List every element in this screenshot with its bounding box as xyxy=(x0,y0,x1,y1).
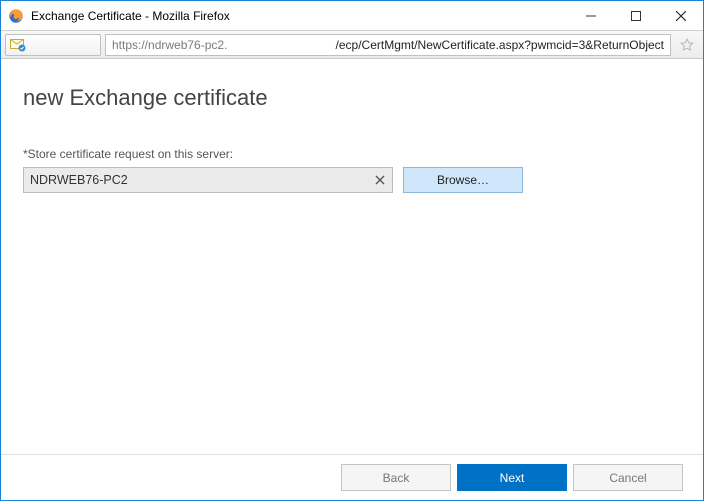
wizard-footer: Back Next Cancel xyxy=(1,454,703,500)
cancel-button-label: Cancel xyxy=(609,471,646,485)
window-title: Exchange Certificate - Mozilla Firefox xyxy=(31,9,230,23)
firefox-icon xyxy=(7,7,25,25)
maximize-button[interactable] xyxy=(613,1,658,30)
clear-icon[interactable] xyxy=(372,172,388,188)
server-field-label: *Store certificate request on this serve… xyxy=(23,147,681,161)
minimize-button[interactable] xyxy=(568,1,613,30)
close-button[interactable] xyxy=(658,1,703,30)
next-button-label: Next xyxy=(500,471,525,485)
site-identity-box[interactable] xyxy=(5,34,101,56)
url-suffix: /ecp/CertMgmt/NewCertificate.aspx?pwmcid… xyxy=(336,38,664,52)
url-field[interactable]: https://ndrweb76-pc2. /ecp/CertMgmt/NewC… xyxy=(105,34,671,56)
window-titlebar: Exchange Certificate - Mozilla Firefox xyxy=(1,1,703,31)
mail-cert-icon xyxy=(10,38,26,52)
server-input-value: NDRWEB76-PC2 xyxy=(30,173,128,187)
next-button[interactable]: Next xyxy=(457,464,567,491)
bookmark-star-icon[interactable] xyxy=(675,34,699,56)
server-field-row: NDRWEB76-PC2 Browse… xyxy=(23,167,681,193)
browse-button[interactable]: Browse… xyxy=(403,167,523,193)
back-button[interactable]: Back xyxy=(341,464,451,491)
url-prefix: https://ndrweb76-pc2. xyxy=(112,38,227,52)
server-input[interactable]: NDRWEB76-PC2 xyxy=(23,167,393,193)
browse-button-label: Browse… xyxy=(437,173,489,187)
wizard-content: new Exchange certificate *Store certific… xyxy=(1,61,703,454)
address-bar: https://ndrweb76-pc2. /ecp/CertMgmt/NewC… xyxy=(1,31,703,59)
page-title: new Exchange certificate xyxy=(23,85,681,111)
cancel-button[interactable]: Cancel xyxy=(573,464,683,491)
back-button-label: Back xyxy=(383,471,410,485)
